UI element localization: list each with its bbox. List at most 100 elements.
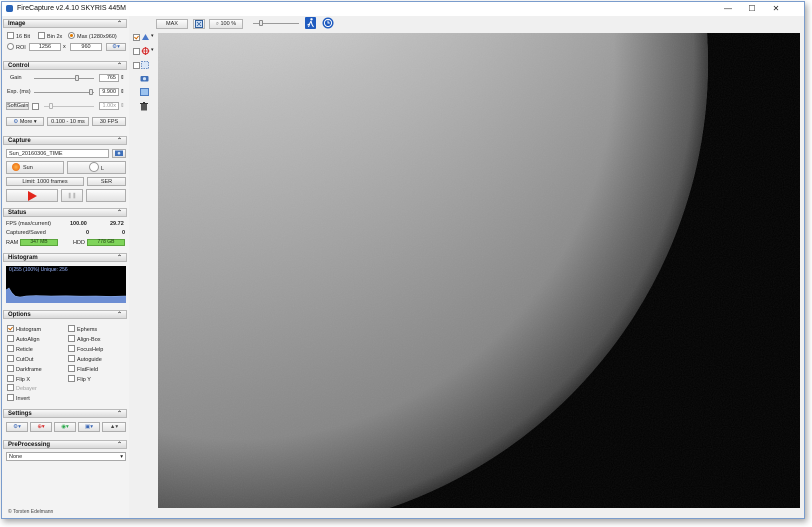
option-checkbox[interactable] xyxy=(7,394,14,402)
max-resolution-option[interactable]: Max (1280x960) xyxy=(68,32,117,41)
option-flip-x[interactable]: Flip X xyxy=(7,374,30,384)
gain-slider-thumb[interactable] xyxy=(74,75,79,81)
gain-spinner-icon[interactable]: ⇕ xyxy=(120,74,125,82)
maximize-button[interactable]: ☐ xyxy=(740,2,764,16)
fps-button[interactable]: 30 FPS xyxy=(92,117,126,126)
fullscreen-button[interactable] xyxy=(193,19,205,29)
capture-toggle[interactable]: L xyxy=(67,161,126,174)
roi-checkbox[interactable] xyxy=(133,62,140,69)
bit16-checkbox[interactable] xyxy=(7,32,14,39)
option-checkbox[interactable] xyxy=(7,364,14,372)
zoom-button[interactable]: ⌕ 100 % xyxy=(209,19,243,29)
frame-limit-button[interactable]: Limit: 1000 frames xyxy=(6,177,84,186)
status-section-header[interactable]: Status ⌃ xyxy=(3,208,127,217)
roi-width-field[interactable]: 1256 xyxy=(29,43,61,51)
start-capture-button[interactable] xyxy=(6,189,58,202)
options-section-header[interactable]: Options ⌃ xyxy=(3,310,127,319)
capture-section-header[interactable]: Capture ⌃ xyxy=(3,136,127,145)
gain-slider-track[interactable] xyxy=(34,78,94,79)
option-histogram[interactable]: Histogram xyxy=(7,325,41,334)
option-checkbox[interactable] xyxy=(7,325,14,332)
note-icon[interactable] xyxy=(140,88,149,96)
preprocessing-select[interactable]: None ▾ xyxy=(6,452,126,461)
softgain-slider-thumb[interactable] xyxy=(48,103,53,109)
collapse-icon[interactable]: ⌃ xyxy=(117,254,122,262)
option-focushelp[interactable]: FocusHelp xyxy=(68,344,103,354)
bit16-option[interactable]: 16 Bit xyxy=(7,32,30,41)
history-icon[interactable] xyxy=(322,17,334,29)
collapse-icon[interactable]: ⌃ xyxy=(117,209,122,217)
collapse-icon[interactable]: ⌃ xyxy=(117,441,122,449)
exposure-value-field[interactable]: 9.900 xyxy=(99,88,119,96)
crosshair-icon[interactable] xyxy=(141,47,150,55)
format-button[interactable]: SER xyxy=(87,177,126,186)
bin-checkbox[interactable] xyxy=(38,32,45,39)
more-button[interactable]: ⚙ More ▾ xyxy=(6,117,44,126)
exposure-range-button[interactable]: 0.100 - 10 ms xyxy=(47,117,89,126)
roi-radio[interactable] xyxy=(7,43,14,50)
color-settings-button[interactable]: ◉▾ xyxy=(54,422,76,432)
camera-icon[interactable] xyxy=(140,74,149,82)
softgain-button[interactable]: SoftGain xyxy=(6,102,29,110)
mount-settings-button[interactable]: ▲▾ xyxy=(102,422,126,432)
option-checkbox[interactable] xyxy=(68,325,75,332)
camera-preview[interactable] xyxy=(158,33,800,508)
option-darkframe[interactable]: Darkframe xyxy=(7,364,42,374)
softgain-spinner-icon[interactable]: ⇕ xyxy=(120,102,125,110)
option-checkbox[interactable] xyxy=(68,334,75,342)
option-debayer[interactable]: Debayer xyxy=(7,384,37,393)
sun-profile-button[interactable]: Sun xyxy=(6,161,64,174)
crosshair-checkbox[interactable] xyxy=(133,48,140,55)
option-autoguide[interactable]: Autoguide xyxy=(68,354,102,364)
gain-value-field[interactable]: 765 xyxy=(99,74,119,82)
option-checkbox[interactable] xyxy=(7,354,14,362)
option-checkbox[interactable] xyxy=(68,364,75,372)
exposure-spinner-icon[interactable]: ⇕ xyxy=(120,88,125,96)
option-checkbox[interactable] xyxy=(68,344,75,352)
softgain-checkbox[interactable] xyxy=(32,103,39,110)
roi-settings-button[interactable]: ⚙▾ xyxy=(106,43,126,51)
exposure-slider-thumb[interactable] xyxy=(88,89,93,95)
crosshair-dropdown-icon[interactable]: ▾ xyxy=(151,47,154,53)
telescope-icon[interactable] xyxy=(141,33,150,41)
collapse-icon[interactable]: ⌃ xyxy=(117,410,122,418)
pause-capture-button[interactable]: ❚❚ xyxy=(61,189,83,202)
option-invert[interactable]: Invert xyxy=(7,394,30,403)
roi-height-field[interactable]: 960 xyxy=(70,43,102,51)
option-cutout[interactable]: CutOut xyxy=(7,354,33,364)
histogram-section-header[interactable]: Histogram ⌃ xyxy=(3,253,127,262)
option-autoalign[interactable]: AutoAlign xyxy=(7,334,40,344)
filename-field[interactable]: Sun_20160306_TIME xyxy=(6,149,109,158)
settings-section-header[interactable]: Settings ⌃ xyxy=(3,409,127,418)
collapse-icon[interactable]: ⌃ xyxy=(117,20,122,28)
max-button[interactable]: MAX xyxy=(156,19,188,29)
option-checkbox[interactable] xyxy=(7,374,14,382)
option-checkbox[interactable] xyxy=(7,344,14,352)
filter-settings-button[interactable]: ▣▾ xyxy=(78,422,100,432)
target-settings-button[interactable]: ⊕▾ xyxy=(30,422,52,432)
stop-capture-button[interactable] xyxy=(86,189,126,202)
select-area-icon[interactable] xyxy=(141,61,149,69)
option-ephems[interactable]: Ephems xyxy=(68,325,97,334)
roi-option[interactable]: ROI xyxy=(7,43,26,52)
option-flip-y[interactable]: Flip Y xyxy=(68,374,91,384)
option-checkbox[interactable] xyxy=(7,334,14,342)
collapse-icon[interactable]: ⌃ xyxy=(117,137,122,145)
zoom-slider-thumb[interactable] xyxy=(259,20,264,26)
softgain-value-field[interactable]: 1.00x xyxy=(99,102,119,110)
exposure-slider-track[interactable] xyxy=(34,92,94,93)
run-icon[interactable] xyxy=(305,17,316,29)
option-checkbox[interactable] xyxy=(7,384,14,392)
option-checkbox[interactable] xyxy=(68,374,75,382)
telescope-dropdown-icon[interactable]: ▾ xyxy=(151,33,154,39)
collapse-icon[interactable]: ⌃ xyxy=(117,311,122,319)
option-align-box[interactable]: Align-Box xyxy=(68,334,101,344)
trash-icon[interactable] xyxy=(140,102,148,111)
collapse-icon[interactable]: ⌃ xyxy=(117,62,122,70)
general-settings-button[interactable]: ⚙▾ xyxy=(6,422,28,432)
reticle-checkbox[interactable] xyxy=(133,34,140,41)
option-reticle[interactable]: Reticle xyxy=(7,344,33,354)
option-checkbox[interactable] xyxy=(68,354,75,362)
open-folder-button[interactable] xyxy=(112,149,126,158)
control-section-header[interactable]: Control ⌃ xyxy=(3,61,127,70)
